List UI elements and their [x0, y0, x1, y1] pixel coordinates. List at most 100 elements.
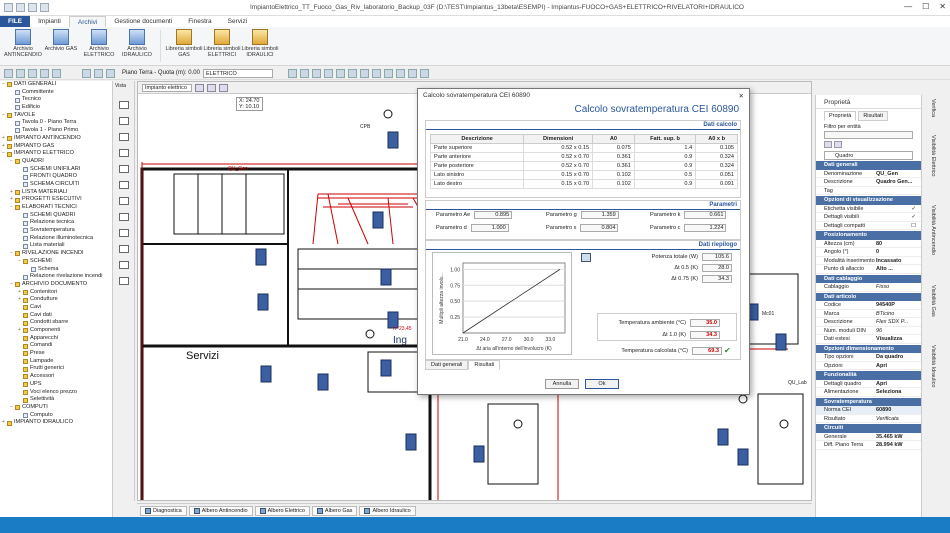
- layer-icon[interactable]: [106, 68, 115, 78]
- tree-node[interactable]: Tavola 1 - Piano Primo: [0, 127, 112, 135]
- tree-node[interactable]: SCHEMA CIRCUITI: [0, 181, 112, 189]
- side-tab-visibilita-gas[interactable]: Visibilità Gas: [930, 285, 936, 317]
- tree-node[interactable]: − SCHEMI: [0, 258, 112, 266]
- property-value[interactable]: 96: [876, 327, 920, 335]
- tree-node[interactable]: + PROGETTI ESECUTIVI: [0, 196, 112, 204]
- property-value[interactable]: ✓: [876, 213, 920, 221]
- panel-tool-icon[interactable]: [119, 197, 129, 205]
- tab-dati-generali[interactable]: Dati generali: [425, 360, 469, 370]
- property-section-header[interactable]: Circuiti: [816, 424, 921, 433]
- tree-node[interactable]: − IMPIANTO ELETTRICO: [0, 150, 112, 158]
- property-row[interactable]: Alimentazione Seleziona: [816, 388, 921, 397]
- tree-node[interactable]: Committente: [0, 89, 112, 97]
- rotate-icon[interactable]: [311, 68, 321, 78]
- tree-node[interactable]: SCHEMI UNIFILARI: [0, 166, 112, 174]
- ribbon-archivio-idraulico[interactable]: Archivio IDRAULICO: [118, 27, 156, 66]
- property-value[interactable]: 80: [876, 240, 920, 248]
- tab-albero-gas[interactable]: Albero Gas: [311, 505, 358, 516]
- draw-icon[interactable]: [287, 68, 297, 78]
- snap-icon[interactable]: [383, 68, 393, 78]
- ok-button[interactable]: Ok: [585, 379, 619, 389]
- property-row[interactable]: Altezza (cm) 80: [816, 240, 921, 248]
- menu-file[interactable]: FILE: [0, 16, 31, 27]
- alphabetical-icon[interactable]: [834, 141, 842, 148]
- zoom-in-icon[interactable]: [195, 83, 204, 92]
- property-row[interactable]: Punto di allaccio Alto ...: [816, 265, 921, 274]
- menu-gestione-documenti[interactable]: Gestione documenti: [106, 16, 180, 27]
- detector-tool-icon[interactable]: [119, 229, 129, 237]
- property-value[interactable]: QU_Gen: [876, 170, 920, 178]
- undo-icon[interactable]: [28, 3, 37, 12]
- menu-archivi[interactable]: Archivi: [68, 16, 107, 27]
- mirror-icon[interactable]: [323, 68, 333, 78]
- side-tab-visibilita-idraulico[interactable]: Visibilità Idraulico: [930, 345, 936, 387]
- tree-node[interactable]: − COMPUTI: [0, 404, 112, 412]
- tree-node[interactable]: Sovratemperatura: [0, 227, 112, 235]
- tree-node[interactable]: + Contenitori: [0, 289, 112, 297]
- tree-node[interactable]: Computo: [0, 412, 112, 420]
- property-section-header[interactable]: Opzioni di visualizzazione: [816, 196, 921, 205]
- tree-node[interactable]: Selettività: [0, 396, 112, 404]
- tree-node[interactable]: Condotti sbarre: [0, 319, 112, 327]
- switch-tool-icon[interactable]: [119, 165, 129, 173]
- ribbon-libreria-idraulici[interactable]: Libreria simboli IDRAULICI: [241, 27, 279, 66]
- tree-node[interactable]: Prese: [0, 350, 112, 358]
- tree-node[interactable]: − ELABORATI TECNICI: [0, 204, 112, 212]
- tree-node[interactable]: Schema: [0, 266, 112, 274]
- tab-albero-antincendio[interactable]: Albero Antincendio: [188, 505, 253, 516]
- property-row[interactable]: Dettagli compatti ☐: [816, 222, 921, 230]
- tree-node[interactable]: + Condutture: [0, 296, 112, 304]
- property-section-header[interactable]: Sovratemperatura: [816, 397, 921, 406]
- property-section-header[interactable]: Dati generali: [816, 161, 921, 170]
- tab-risultati[interactable]: Risultati: [858, 111, 888, 121]
- property-value[interactable]: Visualizza: [876, 335, 920, 343]
- property-value[interactable]: Apri: [876, 362, 920, 370]
- property-row[interactable]: Diff. Piano Terra 28.994 kW: [816, 441, 921, 450]
- property-section-header[interactable]: Dati articolo: [816, 292, 921, 301]
- property-row[interactable]: Dettagli visibili ✓: [816, 213, 921, 222]
- property-row[interactable]: Tag: [816, 187, 921, 195]
- property-row[interactable]: Norma CEI 60890: [816, 406, 921, 415]
- property-value[interactable]: Seleziona: [876, 388, 920, 396]
- property-value[interactable]: BTicino: [876, 310, 920, 318]
- tree-node[interactable]: Tecnico: [0, 96, 112, 104]
- tree-node[interactable]: UPS: [0, 381, 112, 389]
- tree-node[interactable]: + IMPIANTO IDRAULICO: [0, 419, 112, 427]
- print-icon[interactable]: [395, 68, 405, 78]
- tree-node[interactable]: Cavi dati: [0, 312, 112, 320]
- property-value[interactable]: Quadro Gen...: [876, 178, 920, 186]
- property-value[interactable]: 94540P: [876, 301, 920, 309]
- property-value[interactable]: Verificata: [876, 415, 920, 423]
- property-row[interactable]: Tipo opzioni Da quadro: [816, 353, 921, 362]
- property-value[interactable]: 0: [876, 248, 920, 256]
- property-value[interactable]: Flex SDX P...: [876, 318, 920, 326]
- property-row[interactable]: Etichetta visibile ✓: [816, 205, 921, 213]
- tree-expand-icon[interactable]: [4, 68, 13, 78]
- property-section-header[interactable]: Posizionamento: [816, 231, 921, 240]
- ribbon-archivio-gas[interactable]: Archivio GAS: [42, 27, 80, 66]
- tree-node[interactable]: + IMPIANTO ANTINCENDIO: [0, 135, 112, 143]
- tree-node[interactable]: Voci elenco prezzo: [0, 389, 112, 397]
- vista-select[interactable]: Impianto elettrico: [142, 83, 192, 92]
- export-icon[interactable]: [407, 68, 417, 78]
- property-value[interactable]: ☐: [876, 222, 920, 230]
- property-row[interactable]: Descrizione Flex SDX P...: [816, 318, 921, 327]
- siren-tool-icon[interactable]: [119, 245, 129, 253]
- copy-icon[interactable]: [335, 68, 345, 78]
- chart-export-icon[interactable]: [581, 253, 591, 262]
- cancel-button[interactable]: Annulla: [545, 379, 579, 389]
- settings-icon[interactable]: [419, 68, 429, 78]
- property-row[interactable]: Codice 94540P: [816, 301, 921, 310]
- property-value[interactable]: Da quadro: [876, 353, 920, 361]
- dialog-close-icon[interactable]: ✕: [739, 92, 744, 100]
- tab-albero-idraulico[interactable]: Albero Idraulico: [359, 505, 416, 516]
- tree-node[interactable]: Lista materiali: [0, 242, 112, 250]
- tree-node[interactable]: Cavi: [0, 304, 112, 312]
- open-icon[interactable]: [16, 3, 25, 12]
- dimension-tool-icon[interactable]: [119, 277, 129, 285]
- tree-node[interactable]: Tavola 0 - Piano Terra: [0, 119, 112, 127]
- property-row[interactable]: Opzioni Apri: [816, 362, 921, 370]
- tree-node[interactable]: − QUADRI: [0, 158, 112, 166]
- cable-tool-icon[interactable]: [119, 213, 129, 221]
- menu-impianti[interactable]: Impianti: [30, 16, 69, 27]
